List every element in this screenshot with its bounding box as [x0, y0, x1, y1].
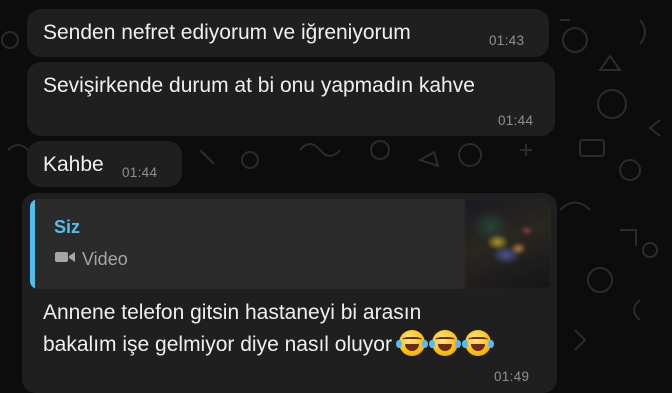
- reply-text-line-2-text: bakalım işe gelmiyor diye nasıl oluyor: [43, 333, 392, 356]
- message-text: Senden nefret ediyorum ve iğreniyorum: [43, 21, 411, 44]
- quote-media-label: Video: [82, 249, 128, 269]
- message-timestamp: 01:44: [122, 165, 158, 180]
- reply-text-line-2: bakalım işe gelmiyor diye nasıl oluyor: [43, 330, 494, 360]
- video-thumbnail[interactable]: [465, 199, 551, 289]
- reply-text-line-1: Annene telefon gitsin hastaneyi bi arası…: [43, 301, 422, 324]
- quote-media-type: Video: [54, 249, 128, 270]
- face-with-tears-of-joy-icon: [428, 330, 461, 356]
- message-bubble-3[interactable]: Kahbe 01:44: [27, 141, 182, 187]
- quoted-message[interactable]: Siz Video: [30, 199, 551, 289]
- face-with-tears-of-joy-icon: [395, 330, 428, 356]
- message-text: Sevişirkende durum at bi onu yapmadın ka…: [43, 74, 475, 97]
- video-camera-icon: [54, 249, 78, 270]
- message-bubble-2[interactable]: Sevişirkende durum at bi onu yapmadın ka…: [27, 62, 555, 136]
- quote-accent-bar: [30, 199, 35, 289]
- message-timestamp: 01:44: [498, 113, 534, 128]
- message-bubble-1[interactable]: Senden nefret ediyorum ve iğreniyorum 01…: [27, 9, 549, 57]
- quote-author: Siz: [54, 217, 81, 237]
- reply-timestamp: 01:49: [494, 369, 530, 384]
- message-timestamp: 01:43: [489, 33, 525, 48]
- message-text: Kahbe: [43, 153, 104, 176]
- face-with-tears-of-joy-icon: [461, 330, 494, 356]
